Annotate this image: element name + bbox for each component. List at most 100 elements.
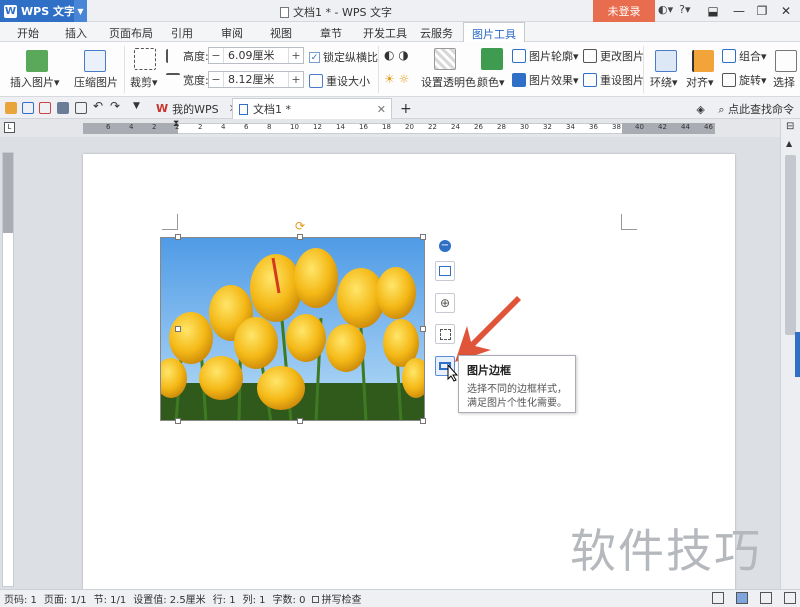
horizontal-ruler: L 6 4 2 2 2 4 6 8 10 12 14 16 18 20 22 24 26 28 30 32 34 36 38…: [0, 119, 800, 137]
compress-picture-button[interactable]: 压缩图片: [74, 74, 118, 90]
tab-stop-icon[interactable]: L: [4, 122, 15, 133]
divider: [378, 46, 379, 93]
picture-outline-button[interactable]: 图片轮廓 ▾: [512, 48, 579, 64]
tab-developer[interactable]: 开发工具: [363, 25, 407, 41]
page-count[interactable]: 页面: 1/1: [44, 591, 87, 606]
close-button[interactable]: ✕: [776, 2, 796, 20]
ribbon-toggle-icon[interactable]: ◈: [696, 103, 704, 116]
export-pdf-icon[interactable]: [39, 102, 51, 114]
open-folder-icon[interactable]: [5, 102, 17, 114]
set-transparent-button[interactable]: 设置透明色: [421, 74, 476, 90]
height-input[interactable]: 6.09厘米: [223, 48, 289, 63]
tab-chapter[interactable]: 章节: [320, 25, 342, 41]
picture-effects-button[interactable]: 图片效果 ▾: [512, 72, 579, 88]
reset-size-button[interactable]: 重设大小: [309, 73, 370, 89]
word-count[interactable]: 字数: 0: [273, 591, 306, 606]
resize-handle[interactable]: [297, 234, 303, 240]
rotate-button[interactable]: 旋转 ▾: [722, 72, 767, 88]
search-command-box[interactable]: ◈ ⌕ 点此查找命令: [696, 101, 794, 117]
restore-button[interactable]: ❐: [752, 2, 772, 20]
tab-insert[interactable]: 插入: [65, 25, 87, 41]
page-view-icon[interactable]: [736, 592, 748, 604]
web-view-icon[interactable]: [784, 592, 796, 604]
width-input[interactable]: 8.12厘米: [223, 72, 289, 87]
select-button[interactable]: 选择: [773, 74, 795, 90]
wrap-button[interactable]: 环绕 ▾: [650, 74, 678, 90]
row-count: 行: 1: [212, 595, 236, 606]
pin-icon[interactable]: ⬓: [703, 2, 723, 20]
customize-dropdown-icon[interactable]: ▼: [133, 101, 145, 113]
lock-ratio-checkbox[interactable]: ✓ 锁定纵横比: [309, 49, 378, 65]
resize-handle[interactable]: [420, 234, 426, 240]
resize-handle[interactable]: [175, 326, 181, 332]
login-button[interactable]: 未登录: [593, 0, 655, 22]
selected-picture[interactable]: [160, 237, 425, 421]
insert-picture-button[interactable]: 插入图片 ▾: [10, 74, 60, 90]
change-picture-button[interactable]: 更改图片: [583, 48, 644, 64]
outline-view-icon[interactable]: [760, 592, 772, 604]
tab-references[interactable]: 引用: [171, 25, 193, 41]
tab-picture-tools[interactable]: 图片工具: [463, 22, 525, 42]
chevron-down-icon[interactable]: ▼: [74, 0, 87, 22]
layout-options-button[interactable]: [435, 261, 455, 281]
height-increment-button[interactable]: +: [289, 49, 303, 62]
tab-my-wps[interactable]: W 我的WPS ✕: [150, 98, 244, 119]
indent-marker-icon[interactable]: ⧗: [173, 119, 179, 129]
picture-effects-icon: [512, 73, 526, 87]
vertical-ruler: [2, 152, 14, 587]
checkbox-checked-icon: ✓: [309, 51, 320, 63]
wps-logo-icon: W: [4, 4, 17, 18]
tooltip-desc-2: 满足图片个性化需要。: [467, 398, 567, 409]
spell-check-toggle[interactable]: 拼写检查: [312, 591, 368, 606]
wps-brand-icon: W: [156, 102, 169, 115]
reset-picture-button[interactable]: 重设图片: [583, 72, 644, 88]
collapse-toolbar-icon[interactable]: −: [439, 240, 451, 252]
resize-handle[interactable]: [420, 326, 426, 332]
close-tab-icon[interactable]: ✕: [377, 103, 386, 116]
contrast-icons[interactable]: ◐ ◑: [384, 48, 409, 62]
tab-view[interactable]: 视图: [270, 25, 292, 41]
minimize-button[interactable]: —: [729, 2, 749, 20]
reset-picture-icon: [583, 73, 597, 87]
resize-handle[interactable]: [420, 418, 426, 424]
picture-outline-icon: [512, 49, 526, 63]
width-stepper[interactable]: − 8.12厘米 +: [208, 71, 304, 88]
width-decrement-button[interactable]: −: [209, 73, 223, 86]
scroll-up-icon[interactable]: ▲: [786, 139, 792, 148]
height-decrement-button[interactable]: −: [209, 49, 223, 62]
ruler-toggle-icon[interactable]: ⊟: [786, 121, 794, 132]
tab-document[interactable]: 文档1 * ✕: [232, 98, 392, 119]
group-button[interactable]: 组合 ▾: [722, 48, 767, 64]
resize-handle[interactable]: [297, 418, 303, 424]
crop-button[interactable]: 裁剪 ▾: [130, 74, 158, 90]
tab-page-layout[interactable]: 页面布局: [109, 25, 153, 41]
reading-view-icon[interactable]: [712, 592, 724, 604]
print-icon[interactable]: [57, 102, 69, 114]
width-increment-button[interactable]: +: [289, 73, 303, 86]
align-button[interactable]: 对齐 ▾: [686, 74, 714, 90]
save-icon[interactable]: [22, 102, 34, 114]
new-tab-button[interactable]: +: [394, 98, 418, 119]
reset-size-icon: [309, 74, 323, 88]
help-icon[interactable]: ?▾: [679, 3, 690, 16]
undo-icon[interactable]: ↶: [93, 99, 105, 113]
brightness-icons[interactable]: ☀ ☼: [384, 72, 409, 86]
scroll-thumb[interactable]: [785, 155, 796, 335]
insert-picture-icon: [26, 50, 48, 72]
rotate-handle-icon[interactable]: ⟳: [295, 219, 305, 233]
tab-cloud[interactable]: 云服务: [420, 25, 453, 41]
divider: [643, 46, 644, 93]
color-button[interactable]: 颜色 ▾: [477, 74, 505, 90]
corner-mark: [162, 214, 178, 230]
ruler-tick-label: 22: [428, 123, 437, 131]
tab-home[interactable]: 开始: [17, 25, 39, 41]
redo-icon[interactable]: ↷: [110, 99, 122, 113]
preview-icon[interactable]: [75, 102, 87, 114]
app-menu-button[interactable]: W WPS 文字 ▼: [0, 0, 87, 22]
side-panel-toggle[interactable]: [795, 332, 800, 377]
skin-icon[interactable]: ◐▾: [658, 3, 673, 16]
tab-review[interactable]: 审阅: [221, 25, 243, 41]
resize-handle[interactable]: [175, 234, 181, 240]
height-stepper[interactable]: − 6.09厘米 +: [208, 47, 304, 64]
resize-handle[interactable]: [175, 418, 181, 424]
